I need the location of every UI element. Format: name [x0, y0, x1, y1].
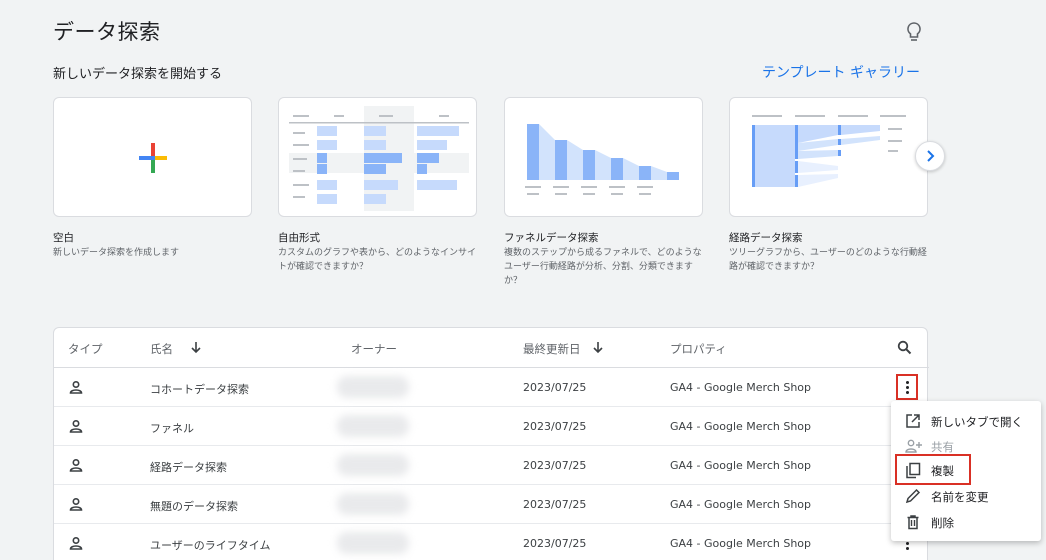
- exploration-name[interactable]: 経路データ探索: [150, 459, 227, 475]
- exploration-name[interactable]: ユーザーのライフタイム: [150, 537, 271, 553]
- template-desc-freeform: カスタムのグラフや表から、どのようなインサイトが確認できますか？: [278, 248, 477, 272]
- table-row[interactable]: ファネル 2023/07/25 GA4 - Google Merch Shop: [54, 407, 929, 446]
- table-row[interactable]: ユーザーのライフタイム 2023/07/25 GA4 - Google Merc…: [54, 524, 929, 560]
- person-icon: [69, 497, 83, 511]
- template-gallery-link[interactable]: テンプレート ギャラリー: [762, 62, 920, 82]
- last-modified: 2023/07/25: [523, 381, 587, 394]
- template-card-path[interactable]: [729, 97, 928, 217]
- person-icon: [69, 380, 83, 394]
- data-exploration-page: データ探索 新しいデータ探索を開始する テンプレート ギャラリー 空白 新しいデ…: [0, 0, 1046, 560]
- property: GA4 - Google Merch Shop: [670, 420, 812, 433]
- template-card-freeform[interactable]: [278, 97, 477, 217]
- table-row[interactable]: 経路データ探索 2023/07/25 GA4 - Google Merch Sh…: [54, 446, 929, 485]
- person-icon: [69, 419, 83, 433]
- menu-item-open-new-tab[interactable]: 新しいタブで開く: [891, 408, 1041, 434]
- search-icon[interactable]: [897, 340, 912, 355]
- table-header: タイプ 氏名 オーナー 最終更新日 プロパティ: [54, 328, 929, 368]
- exploration-name[interactable]: ファネル: [150, 420, 194, 436]
- funnel-chart-illustration: [525, 124, 679, 195]
- property: GA4 - Google Merch Shop: [670, 381, 812, 394]
- owner-redacted: [337, 532, 409, 554]
- menu-item-rename[interactable]: 名前を変更: [891, 483, 1041, 509]
- column-header-last-modified[interactable]: 最終更新日: [523, 341, 581, 357]
- explorations-table: タイプ 氏名 オーナー 最終更新日 プロパティ コホートデータ探索 2023/0…: [53, 327, 929, 560]
- owner-redacted: [337, 454, 409, 476]
- share-person-icon: [905, 439, 922, 453]
- arrow-down-icon[interactable]: [592, 341, 604, 354]
- carousel-next-button[interactable]: [915, 141, 945, 171]
- trash-icon: [907, 515, 919, 530]
- template-card-funnel[interactable]: [504, 97, 703, 217]
- lightbulb-icon[interactable]: [905, 21, 923, 43]
- column-header-owner[interactable]: オーナー: [351, 341, 397, 357]
- table-row[interactable]: コホートデータ探索 2023/07/25 GA4 - Google Merch …: [54, 368, 929, 407]
- template-desc-blank: 新しいデータ探索を作成します: [53, 248, 180, 258]
- column-header-name[interactable]: 氏名: [150, 341, 173, 357]
- open-in-new-icon: [906, 414, 920, 428]
- menu-item-delete[interactable]: 削除: [891, 509, 1041, 535]
- exploration-name[interactable]: コホートデータ探索: [150, 381, 249, 397]
- owner-redacted: [337, 415, 409, 437]
- last-modified: 2023/07/25: [523, 459, 587, 472]
- owner-redacted: [337, 493, 409, 515]
- path-tree-illustration: [752, 115, 906, 187]
- more-options-button[interactable]: [896, 374, 918, 400]
- menu-item-label: 名前を変更: [931, 490, 989, 504]
- column-header-property[interactable]: プロパティ: [670, 341, 727, 357]
- last-modified: 2023/07/25: [523, 537, 587, 550]
- arrow-down-icon[interactable]: [190, 341, 202, 354]
- property: GA4 - Google Merch Shop: [670, 537, 812, 550]
- page-title: データ探索: [53, 20, 161, 44]
- property: GA4 - Google Merch Shop: [670, 459, 812, 472]
- new-exploration-heading: 新しいデータ探索を開始する: [53, 67, 223, 82]
- person-icon: [69, 458, 83, 472]
- last-modified: 2023/07/25: [523, 420, 587, 433]
- person-icon: [69, 536, 83, 550]
- template-desc-path: ツリーグラフから、ユーザーのどのような行動経路が確認できますか？: [729, 248, 927, 272]
- last-modified: 2023/07/25: [523, 498, 587, 511]
- column-header-type: タイプ: [68, 342, 103, 356]
- duplicate-highlight-box: [895, 454, 971, 485]
- owner-redacted: [337, 376, 409, 398]
- pencil-icon: [905, 488, 921, 504]
- freeform-table-illustration: [289, 106, 469, 211]
- table-row[interactable]: 無題のデータ探索 2023/07/25 GA4 - Google Merch S…: [54, 485, 929, 524]
- template-title-path: 経路データ探索: [729, 232, 803, 244]
- template-title-funnel: ファネルデータ探索: [504, 232, 599, 244]
- exploration-name[interactable]: 無題のデータ探索: [150, 498, 238, 514]
- menu-item-label: 新しいタブで開く: [931, 415, 1023, 429]
- chevron-right-icon: [927, 150, 935, 162]
- menu-item-label: 削除: [931, 516, 954, 530]
- template-card-blank[interactable]: [53, 97, 252, 217]
- template-title-blank: 空白: [53, 232, 74, 244]
- property: GA4 - Google Merch Shop: [670, 498, 812, 511]
- template-title-freeform: 自由形式: [278, 232, 320, 244]
- plus-icon: [139, 143, 167, 173]
- template-desc-funnel: 複数のステップから成るファネルで、どのようなユーザー行動経路が分析、分割、分類で…: [504, 248, 702, 286]
- menu-item-label: 共有: [931, 440, 954, 454]
